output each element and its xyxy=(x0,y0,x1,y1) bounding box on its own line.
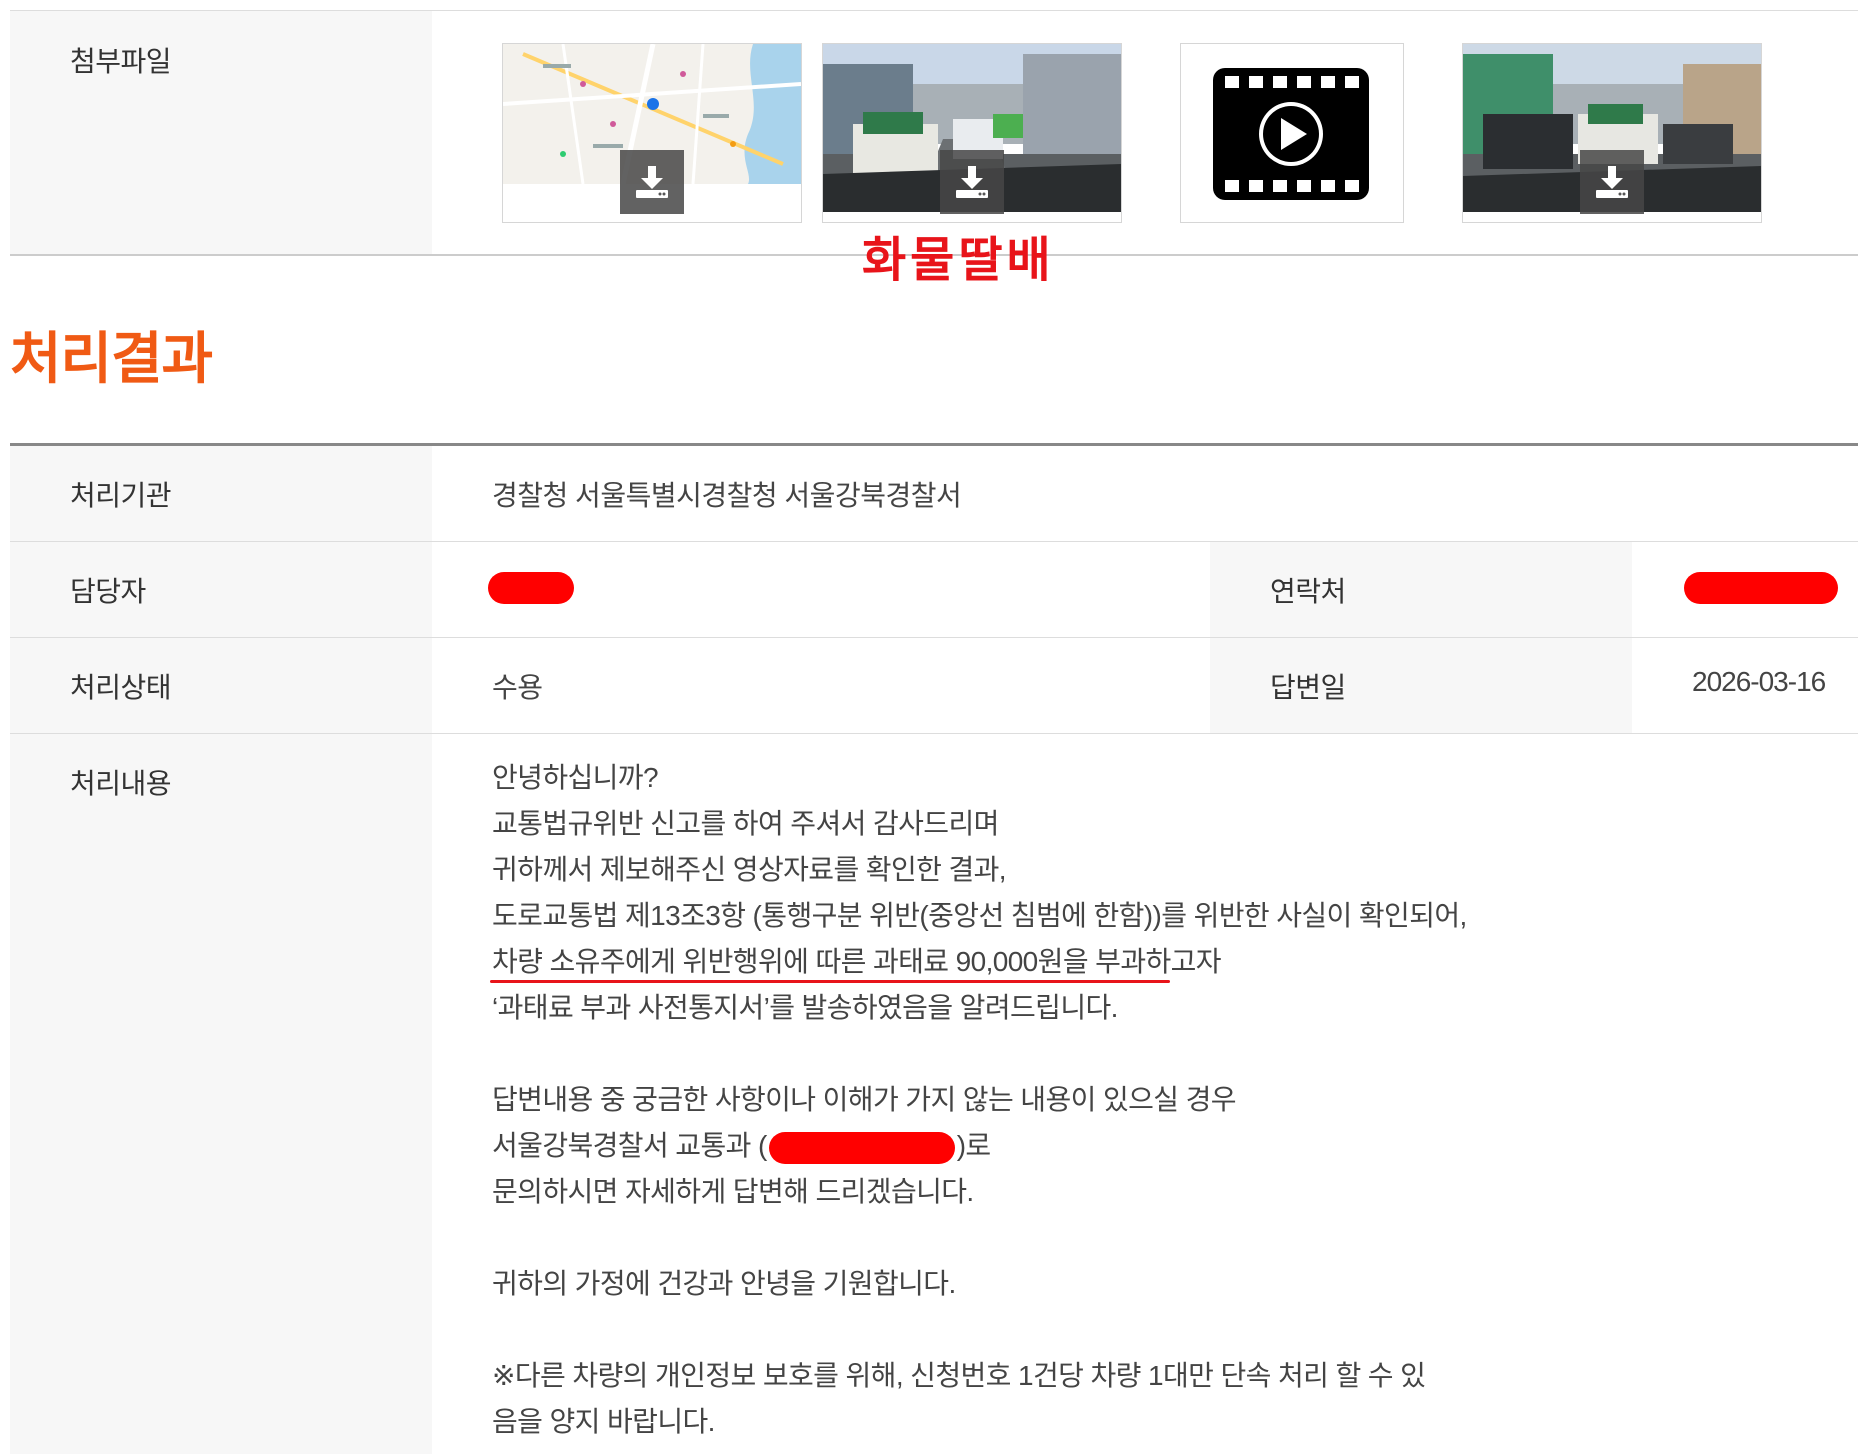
attachment-thumb-photo-1[interactable] xyxy=(822,43,1122,223)
contact-number-redaction xyxy=(1684,572,1838,604)
content-line-fine: 차량 소유주에게 위반행위에 따른 과태료 90,000원을 부과하고자 xyxy=(492,946,1222,977)
contact-line-suffix: )로 xyxy=(956,1130,991,1161)
download-icon[interactable] xyxy=(940,150,1004,214)
officer-name-redaction xyxy=(488,572,574,604)
contact-label: 연락처 xyxy=(1270,576,1346,607)
content-line: 문의하시면 자세하게 답변해 드리겠습니다. xyxy=(492,1176,974,1207)
content-line-blank xyxy=(492,1307,1792,1353)
content-line: 귀하께서 제보해주신 영상자료를 확인한 결과, xyxy=(492,854,1007,885)
attachments-label: 첨부파일 xyxy=(70,46,172,77)
status-value: 수용 xyxy=(492,672,543,703)
overlay-annotation-text: 화물딸배 xyxy=(862,232,1055,288)
attachment-thumb-photo-2[interactable] xyxy=(1462,43,1762,223)
content-label-cell xyxy=(10,734,432,1454)
contact-line-prefix: 서울강북경찰서 교통과 ( xyxy=(492,1130,767,1161)
agency-value: 경찰청 서울특별시경찰청 서울강북경찰서 xyxy=(492,480,962,511)
play-video-icon[interactable] xyxy=(1211,66,1371,202)
agency-label: 처리기관 xyxy=(70,480,172,511)
answer-date-label: 답변일 xyxy=(1270,672,1346,703)
attachment-thumb-map[interactable] xyxy=(502,43,802,223)
content-body: 안녕하십니까? 교통법규위반 신고를 하여 주셔서 감사드리며 귀하께서 제보해… xyxy=(492,755,1792,1445)
annotation-underline xyxy=(490,980,1170,983)
content-line-notice: ※다른 차량의 개인정보 보호를 위해, 신청번호 1건당 차량 1대만 단속 … xyxy=(492,1360,1426,1391)
content-line: ‘과태료 부과 사전통지서’를 발송하였음을 알려드립니다. xyxy=(492,992,1118,1023)
download-icon[interactable] xyxy=(1580,150,1644,214)
content-line-blank xyxy=(492,1031,1792,1077)
answer-date-value: 2026-03-16 xyxy=(1692,666,1826,697)
content-line: 교통법규위반 신고를 하여 주셔서 감사드리며 xyxy=(492,808,999,839)
content-line-blank xyxy=(492,1215,1792,1261)
section-title: 처리결과 xyxy=(10,327,213,392)
status-label: 처리상태 xyxy=(70,672,172,703)
content-line: 귀하의 가정에 건강과 안녕을 기원합니다. xyxy=(492,1268,956,1299)
contact-phone-redaction xyxy=(768,1131,955,1164)
content-line: 도로교통법 제13조3항 (통행구분 위반(중앙선 침범에 한함))를 위반한 … xyxy=(492,900,1467,931)
officer-label: 담당자 xyxy=(70,576,146,607)
attachment-thumb-video[interactable] xyxy=(1180,43,1404,223)
content-line: 답변내용 중 궁금한 사항이나 이해가 가지 않는 내용이 있으실 경우 xyxy=(492,1084,1237,1115)
content-label: 처리내용 xyxy=(70,768,172,799)
download-icon[interactable] xyxy=(620,150,684,214)
content-line: 안녕하십니까? xyxy=(492,762,659,793)
content-line-contact: 서울강북경찰서 교통과 ( )로 xyxy=(492,1123,1792,1169)
content-line-notice: 음을 양지 바랍니다. xyxy=(492,1406,715,1437)
